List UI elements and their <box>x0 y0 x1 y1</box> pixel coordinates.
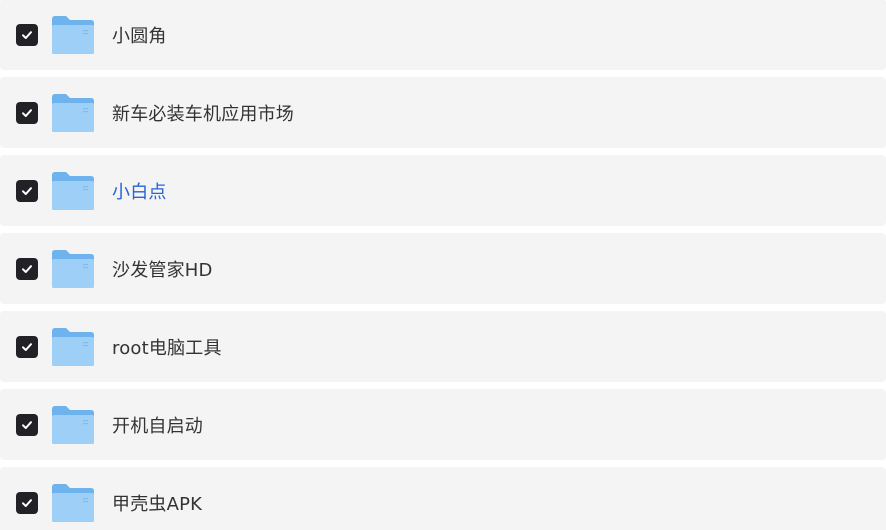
checkmark-icon <box>22 30 32 39</box>
folder-icon <box>51 93 95 133</box>
checkmark-icon <box>22 420 32 429</box>
list-item[interactable]: 新车必装车机应用市场 <box>0 77 886 148</box>
checkmark-icon <box>22 342 32 351</box>
list-item[interactable]: 开机自启动 <box>0 389 886 460</box>
checkmark-icon <box>22 498 32 507</box>
checkbox-checked[interactable] <box>16 23 38 46</box>
folder-icon <box>51 15 95 55</box>
folder-icon <box>51 405 95 445</box>
folder-icon <box>51 327 95 367</box>
list-item[interactable]: 沙发管家HD <box>0 233 886 304</box>
checkbox-checked[interactable] <box>16 179 38 202</box>
checkbox-checked[interactable] <box>16 491 38 514</box>
folder-icon <box>51 171 95 211</box>
list-item[interactable]: root电脑工具 <box>0 311 886 382</box>
checkmark-icon <box>22 264 32 273</box>
checkmark-icon <box>22 108 32 117</box>
file-list: 小圆角 新车必装车机应用市场 小白点 沙发管家HD root电脑工具 开机自启动… <box>0 0 886 530</box>
file-name[interactable]: 甲壳虫APK <box>112 490 202 516</box>
file-name[interactable]: 小白点 <box>112 178 167 204</box>
file-name[interactable]: 小圆角 <box>112 22 167 48</box>
list-item[interactable]: 小白点 <box>0 155 886 226</box>
file-name[interactable]: 新车必装车机应用市场 <box>112 100 294 126</box>
list-item[interactable]: 小圆角 <box>0 0 886 70</box>
checkmark-icon <box>22 186 32 195</box>
folder-icon <box>51 249 95 289</box>
checkbox-checked[interactable] <box>16 101 38 124</box>
list-item[interactable]: 甲壳虫APK <box>0 467 886 530</box>
file-name[interactable]: root电脑工具 <box>112 334 222 360</box>
checkbox-checked[interactable] <box>16 413 38 436</box>
file-name[interactable]: 开机自启动 <box>112 412 203 438</box>
checkbox-checked[interactable] <box>16 257 38 280</box>
folder-icon <box>51 483 95 523</box>
file-name[interactable]: 沙发管家HD <box>112 256 213 282</box>
checkbox-checked[interactable] <box>16 335 38 358</box>
